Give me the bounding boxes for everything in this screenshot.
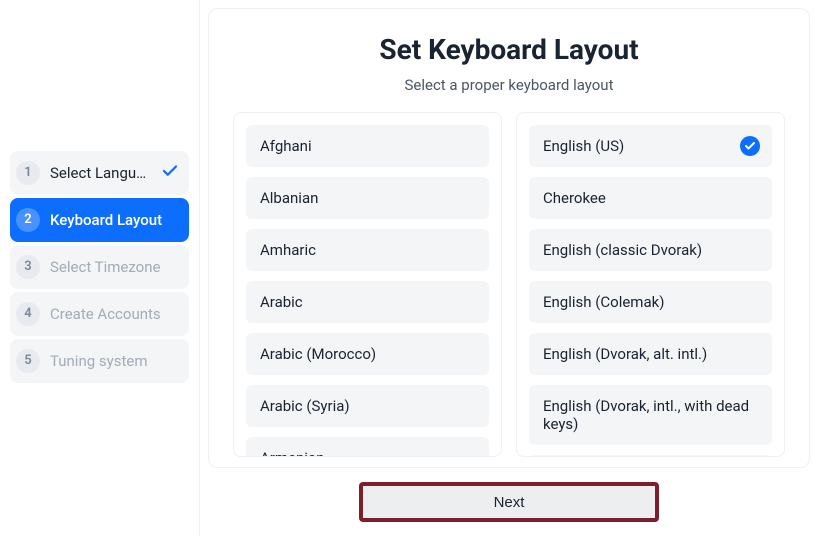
page-subtitle: Select a proper keyboard layout [233,76,785,94]
app-root: 1 Select Langu… 2 Keyboard Layout 3 Sele… [0,0,818,536]
step-label: Create Accounts [50,305,179,323]
layout-option[interactable]: English (Colemak) [529,281,772,323]
layout-list-left[interactable]: Afghani Albanian Amharic Arabic Arabic (Moro… [233,112,502,457]
layout-option[interactable]: Albanian [246,177,489,219]
step-number: 2 [16,208,40,232]
layout-option-label: Albanian [260,189,318,207]
content-card: Set Keyboard Layout Select a proper keyb… [208,8,810,468]
layout-option-label: English (Colemak) [543,293,664,311]
layout-option[interactable]: Arabic (Syria) [246,385,489,427]
layout-option[interactable]: Armenian [246,437,489,457]
layout-columns: Afghani Albanian Amharic Arabic Arabic (Moro… [233,112,785,457]
layout-option[interactable]: English (US) [529,125,772,167]
layout-list-right[interactable]: English (US) Cherokee English (classic Dvo… [516,112,785,457]
step-label: Tuning system [50,352,179,370]
layout-option-label: Amharic [260,241,316,259]
layout-option-label: Arabic (Syria) [260,397,350,415]
layout-option-label: Armenian [260,449,324,457]
selected-check-icon [740,136,760,156]
next-button[interactable]: Next [359,482,659,522]
layout-option[interactable]: Cherokee [529,177,772,219]
layout-option[interactable]: English (Dvorak, alt. intl.) [529,333,772,375]
layout-option[interactable]: Afghani [246,125,489,167]
main-panel: Set Keyboard Layout Select a proper keyb… [200,0,818,536]
layout-option[interactable]: English (classic Dvorak) [529,229,772,271]
page-title: Set Keyboard Layout [233,33,785,66]
step-keyboard-layout[interactable]: 2 Keyboard Layout [10,198,189,242]
layout-option-label: Afghani [260,137,312,155]
layout-option-label: Arabic (Morocco) [260,345,376,363]
layout-option-label: English (Dvorak, alt. intl.) [543,345,707,363]
step-label: Select Langu… [50,164,151,182]
step-label: Select Timezone [50,258,179,276]
layout-option[interactable]: Arabic [246,281,489,323]
step-label: Keyboard Layout [50,211,179,229]
step-number: 3 [16,255,40,279]
layout-option[interactable]: Arabic (Morocco) [246,333,489,375]
layout-option-label: Arabic [260,293,303,311]
layout-option[interactable]: English (Dvorak, intl., with dead keys) [529,385,772,445]
layout-option-label: Cherokee [543,189,606,207]
layout-option-label: English (classic Dvorak) [543,241,702,259]
step-number: 5 [16,349,40,373]
layout-option[interactable]: Amharic [246,229,489,271]
check-icon [161,162,179,184]
step-tuning-system[interactable]: 5 Tuning system [10,339,189,383]
layout-option[interactable]: English (Dvorak, left-handed) [529,455,772,457]
step-number: 1 [16,161,40,185]
wizard-sidebar: 1 Select Langu… 2 Keyboard Layout 3 Sele… [0,0,200,536]
step-select-language[interactable]: 1 Select Langu… [10,151,189,195]
step-create-accounts[interactable]: 4 Create Accounts [10,292,189,336]
layout-option-label: English (Dvorak, intl., with dead keys) [543,397,749,433]
step-number: 4 [16,302,40,326]
footer: Next [208,468,810,528]
layout-option-label: English (US) [543,137,624,155]
step-select-timezone[interactable]: 3 Select Timezone [10,245,189,289]
